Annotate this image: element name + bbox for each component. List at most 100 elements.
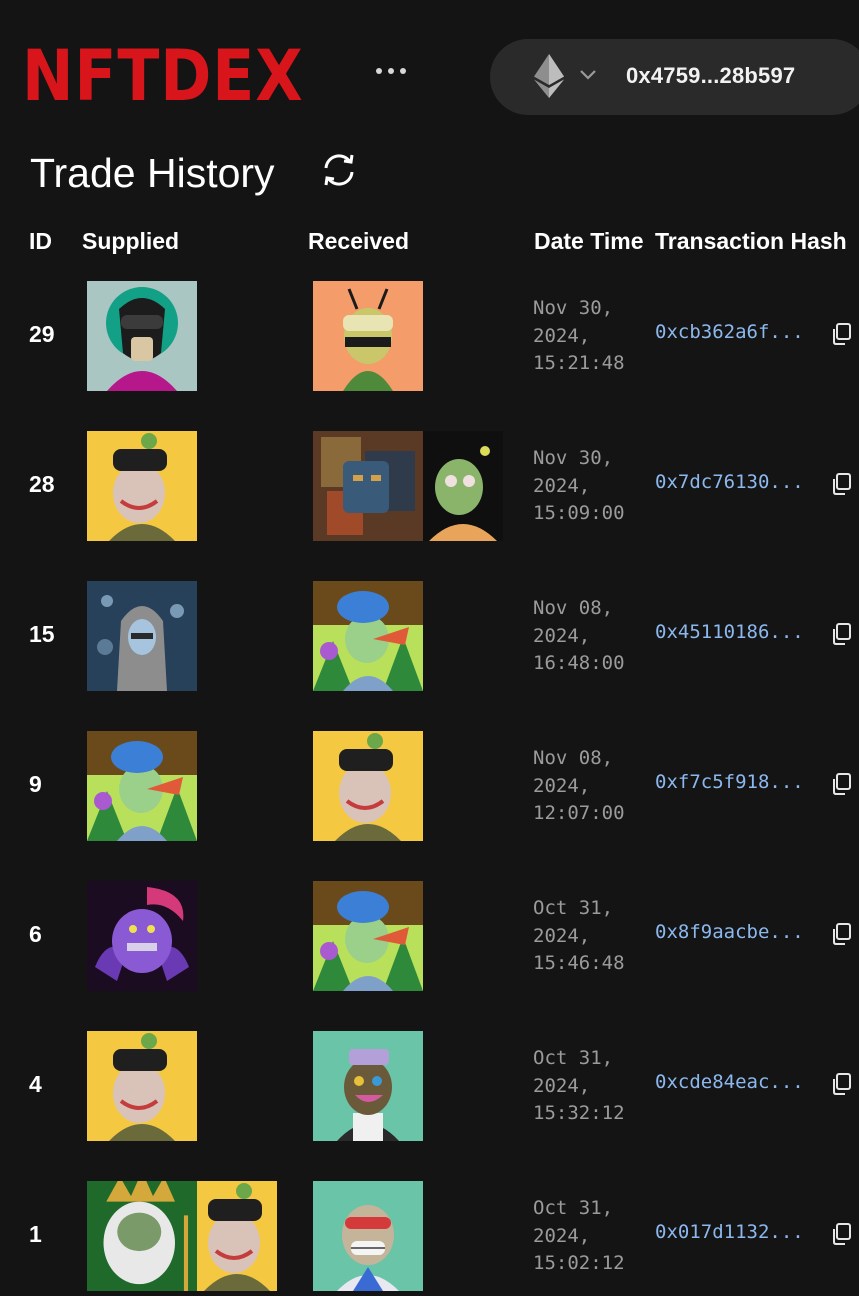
table-row: 1 Oct 31, 2024, 15:02:12 0x017d1132...	[0, 1160, 859, 1296]
table-row: 28 Nov 30, 2024, 15:09:00 0x7dc76130...	[0, 431, 859, 541]
date-time-line: Nov 08,	[533, 747, 614, 769]
supplied-nft-thumbnail[interactable]	[87, 281, 197, 391]
ethereum-icon	[534, 54, 564, 98]
copy-icon[interactable]	[830, 1222, 852, 1246]
trade-date-time: Nov 30, 2024, 15:21:48	[533, 295, 625, 378]
supplied-nfts	[87, 1031, 197, 1141]
received-nft-thumbnail[interactable]	[313, 281, 423, 391]
trade-id: 28	[29, 471, 55, 497]
received-nft-thumbnail[interactable]	[313, 881, 423, 991]
date-time-line: 2024,	[533, 474, 591, 497]
trade-date-time: Nov 08, 2024, 16:48:00	[533, 595, 625, 678]
trade-id: 9	[29, 771, 42, 797]
nft-artwork	[87, 731, 197, 841]
received-nft-thumbnail[interactable]	[313, 1031, 423, 1141]
date-time-line: 12:07:00	[533, 802, 625, 824]
more-menu-button[interactable]	[370, 56, 412, 86]
supplied-nft-thumbnail[interactable]	[87, 431, 197, 541]
supplied-nft-thumbnail[interactable]	[182, 1181, 292, 1291]
transaction-hash-link[interactable]: 0x45110186...	[655, 621, 804, 643]
nft-artwork	[87, 431, 197, 541]
received-nft-thumbnail[interactable]	[423, 431, 503, 541]
transaction-hash-link[interactable]: 0x7dc76130...	[655, 471, 804, 493]
date-time-line: 15:32:12	[533, 1102, 625, 1124]
trade-date-time: Oct 31, 2024, 15:02:12	[533, 1195, 625, 1278]
date-time-line: 2024,	[533, 924, 591, 947]
chevron-down-icon[interactable]	[579, 69, 597, 81]
nft-artwork	[87, 1031, 197, 1141]
wallet-button[interactable]: 0x4759...28b597	[490, 39, 859, 115]
nft-artwork	[313, 881, 423, 991]
more-dot-icon	[376, 68, 382, 74]
supplied-nft-thumbnail[interactable]	[87, 1160, 197, 1296]
more-dot-icon	[388, 68, 394, 74]
received-nfts	[313, 581, 423, 691]
date-time-line: 2024,	[533, 774, 591, 797]
nftdex-logo[interactable]: NFTDEX	[22, 40, 304, 112]
date-time-line: 15:02:12	[533, 1252, 625, 1274]
received-nft-thumbnail[interactable]	[313, 731, 423, 841]
supplied-nfts	[87, 1160, 292, 1296]
supplied-nfts	[87, 431, 197, 541]
received-nfts	[313, 1031, 423, 1141]
top-bar: NFTDEX 0x4759...28b597	[0, 0, 859, 140]
supplied-nfts	[87, 731, 197, 841]
table-row: 15 Nov 08, 2024, 16:48:00 0x45110186...	[0, 581, 859, 691]
date-time-line: 15:09:00	[533, 502, 625, 524]
received-nft-thumbnail[interactable]	[313, 431, 423, 541]
transaction-hash-link[interactable]: 0xf7c5f918...	[655, 771, 804, 793]
column-header-date-time: Date Time	[534, 228, 644, 254]
trade-date-time: Nov 30, 2024, 15:09:00	[533, 445, 625, 528]
trade-id: 1	[29, 1221, 42, 1247]
trade-date-time: Oct 31, 2024, 15:46:48	[533, 895, 625, 978]
trade-id: 6	[29, 921, 42, 947]
transaction-hash-link[interactable]: 0x8f9aacbe...	[655, 921, 804, 943]
nft-artwork	[87, 281, 197, 391]
received-nft-thumbnail[interactable]	[313, 1181, 423, 1291]
column-header-supplied: Supplied	[82, 228, 180, 254]
date-time-line: Nov 08,	[533, 597, 614, 619]
refresh-icon[interactable]	[320, 152, 358, 188]
date-time-line: Oct 31,	[533, 1047, 614, 1069]
supplied-nft-thumbnail[interactable]	[87, 731, 197, 841]
transaction-hash-link[interactable]: 0xcb362a6f...	[655, 321, 804, 343]
nft-artwork	[313, 1181, 423, 1291]
table-row: 9 Nov 08, 2024, 12:07:00 0xf7c5f918...	[0, 731, 859, 841]
date-time-line: Oct 31,	[533, 1197, 614, 1219]
column-header-id: ID	[29, 228, 52, 254]
nft-artwork	[87, 881, 197, 991]
copy-icon[interactable]	[830, 622, 852, 646]
date-time-line: 2024,	[533, 624, 591, 647]
nft-artwork	[313, 581, 423, 691]
date-time-line: 2024,	[533, 1224, 591, 1247]
date-time-line: 15:46:48	[533, 952, 625, 974]
supplied-nft-thumbnail[interactable]	[87, 881, 197, 991]
copy-icon[interactable]	[830, 472, 852, 496]
date-time-line: Oct 31,	[533, 897, 614, 919]
trade-id: 15	[29, 621, 55, 647]
more-dot-icon	[400, 68, 406, 74]
supplied-nft-thumbnail[interactable]	[87, 1031, 197, 1141]
date-time-line: Nov 30,	[533, 447, 614, 469]
nft-artwork	[313, 1031, 423, 1141]
column-header-transaction-hash: Transaction Hash	[655, 228, 847, 254]
copy-icon[interactable]	[830, 1072, 852, 1096]
supplied-nfts	[87, 881, 197, 991]
copy-icon[interactable]	[830, 772, 852, 796]
column-header-received: Received	[308, 228, 410, 254]
nft-artwork	[313, 431, 423, 541]
nft-artwork	[182, 1181, 292, 1291]
date-time-line: Nov 30,	[533, 297, 614, 319]
table-row: 6 Oct 31, 2024, 15:46:48 0x8f9aacbe...	[0, 881, 859, 991]
trade-date-time: Nov 08, 2024, 12:07:00	[533, 745, 625, 828]
received-nfts	[313, 1181, 423, 1291]
nft-artwork	[87, 581, 197, 691]
nft-artwork	[313, 731, 423, 841]
copy-icon[interactable]	[830, 322, 852, 346]
received-nft-thumbnail[interactable]	[313, 581, 423, 691]
copy-icon[interactable]	[830, 922, 852, 946]
transaction-hash-link[interactable]: 0xcde84eac...	[655, 1071, 804, 1093]
supplied-nft-thumbnail[interactable]	[87, 581, 197, 691]
table-row: 4 Oct 31, 2024, 15:32:12 0xcde84eac...	[0, 1031, 859, 1141]
transaction-hash-link[interactable]: 0x017d1132...	[655, 1221, 804, 1243]
